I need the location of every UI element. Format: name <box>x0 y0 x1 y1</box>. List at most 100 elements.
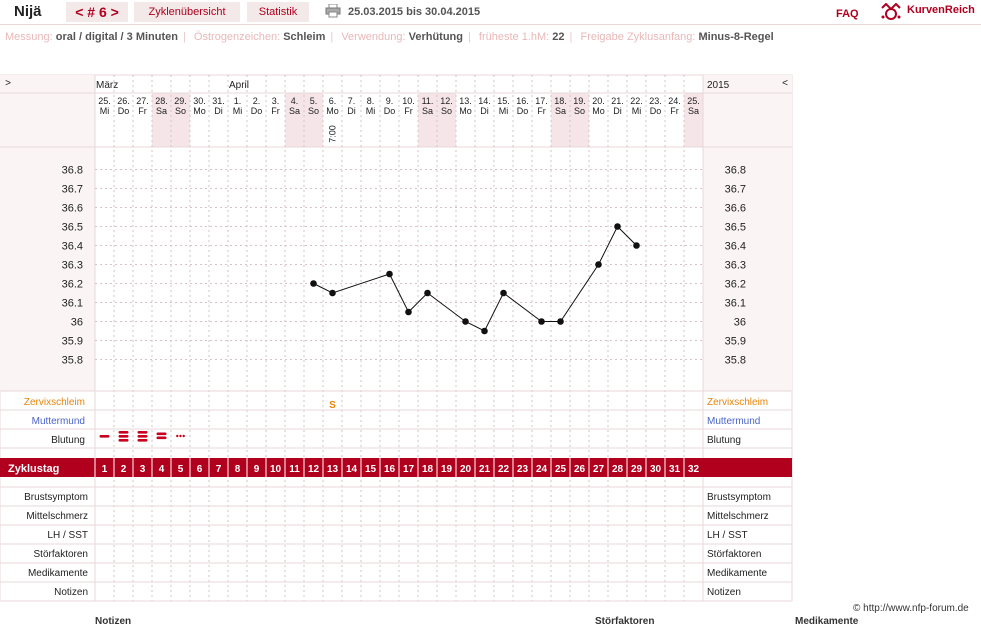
weekday-label: Fr <box>537 106 546 116</box>
date-label: 31. <box>212 96 225 106</box>
date-label: 16. <box>516 96 529 106</box>
weekday-label: Mo <box>193 106 206 116</box>
temperature-point <box>500 289 507 297</box>
cervix-symbol: S <box>329 400 336 411</box>
cycle-day-number: 32 <box>688 464 700 475</box>
cervix-label-right: Zervixschleim <box>707 397 768 408</box>
cervix-position-label-right: Muttermund <box>707 416 760 427</box>
extra-row-label: LH / SST <box>47 530 88 541</box>
date-label: 14. <box>478 96 491 106</box>
date-label: 19. <box>573 96 586 106</box>
date-label: 11. <box>422 96 434 106</box>
date-label: 5. <box>310 96 318 106</box>
bleeding-mark <box>99 435 110 438</box>
weekday-label: Di <box>347 106 356 116</box>
extra-row-label: Brustsymptom <box>24 492 88 503</box>
date-label: 1. <box>234 96 242 106</box>
extra-row-label-right: Mittelschmerz <box>707 511 769 522</box>
date-label: 27. <box>136 96 149 106</box>
date-label: 15. <box>497 96 510 106</box>
cycle-day-number: 15 <box>365 464 377 475</box>
temperature-point <box>595 261 602 268</box>
extra-row-label: Störfaktoren <box>34 549 88 560</box>
cervix-position-label: Muttermund <box>32 416 85 427</box>
cycle-day-number: 13 <box>327 464 339 475</box>
bleeding-mark <box>156 432 167 436</box>
weekday-label: Fr <box>271 106 280 116</box>
weekday-label: Mi <box>233 106 243 116</box>
cycle-day-number: 3 <box>140 464 146 475</box>
date-label: 25. <box>98 96 111 106</box>
weekday-label: Mi <box>499 106 509 116</box>
bleeding-mark <box>118 435 129 438</box>
chart-frame <box>0 74 793 602</box>
extra-row-label-right: Notizen <box>707 587 741 598</box>
weekday-label: So <box>574 106 585 116</box>
temperature-point <box>481 327 488 335</box>
date-label: 30. <box>193 96 206 106</box>
date-label: 22. <box>630 96 643 106</box>
bleeding-mark <box>156 436 167 440</box>
weekday-label: Mo <box>592 106 605 116</box>
extra-row-label: Medikamente <box>28 568 88 579</box>
weekday-label: Mi <box>100 106 110 116</box>
temperature-point <box>310 280 317 287</box>
cycle-day-number: 17 <box>403 464 415 475</box>
temperature-point <box>386 270 393 278</box>
cycle-day-number: 21 <box>479 464 491 475</box>
credit: © http://www.nfp-forum.de <box>853 603 969 614</box>
weekday-label: So <box>175 106 186 116</box>
cycle-day-number: 5 <box>178 464 184 475</box>
weekday-label: Mo <box>326 106 339 116</box>
weekday-label: Sa <box>156 106 167 116</box>
temperature-point <box>329 289 336 297</box>
weekday-label: Sa <box>688 106 699 116</box>
cycle-day-number: 4 <box>159 464 165 475</box>
date-label: 12. <box>440 96 453 106</box>
nav-next-arrow: > <box>5 78 11 89</box>
y-tick-label: 36.8 <box>62 165 83 177</box>
y-tick-label: 36.7 <box>62 184 83 196</box>
date-label: 21. <box>611 96 624 106</box>
weekday-label: Di <box>613 106 622 116</box>
y-tick-label-right: 36.8 <box>725 165 746 177</box>
weekday-label: Do <box>118 106 130 116</box>
date-label: 20. <box>592 96 605 106</box>
cycle-day-number: 27 <box>593 464 605 475</box>
cycle-day-number: 9 <box>254 464 260 475</box>
date-label: 24. <box>668 96 681 106</box>
cycle-chart: > <2015März April25.Mi26.Do27.Fr28.Sa29.So… <box>0 74 793 602</box>
temperature-point <box>633 242 640 249</box>
y-tick-label: 35.8 <box>62 355 83 367</box>
nav-prev-arrow: < <box>782 78 788 89</box>
section-label-disturbances: Störfaktoren <box>595 616 655 627</box>
section-label-notes: Notizen <box>95 616 132 627</box>
weekday-label: Do <box>251 106 263 116</box>
y-tick-label-right: 36.4 <box>725 241 746 253</box>
y-tick-label: 36.6 <box>62 203 83 215</box>
weekday-label: Do <box>384 106 396 116</box>
bleeding-mark <box>137 435 148 438</box>
extra-row-label-right: LH / SST <box>707 530 748 541</box>
month-label: März <box>96 80 118 91</box>
date-label: 13. <box>459 96 472 106</box>
bleeding-spotting-mark <box>182 434 185 438</box>
cycle-day-number: 20 <box>460 464 472 475</box>
cycle-day-label: Zyklustag <box>8 463 59 475</box>
bleeding-label: Blutung <box>51 435 85 446</box>
weekday-label: Do <box>517 106 529 116</box>
bleeding-label-right: Blutung <box>707 435 741 446</box>
date-label: 25. <box>687 96 700 106</box>
weekday-label: Mi <box>632 106 642 116</box>
cycle-day-number: 25 <box>555 464 567 475</box>
y-tick-label-right: 36.7 <box>725 184 746 196</box>
temperature-point <box>614 223 621 230</box>
weekday-label: So <box>441 106 452 116</box>
y-tick-label-right: 36.3 <box>725 260 746 272</box>
date-label: 6. <box>329 96 337 106</box>
cycle-day-number: 7 <box>216 464 222 475</box>
section-label-medication: Medikamente <box>795 616 859 627</box>
bleeding-spotting-mark <box>179 434 182 438</box>
measurement-time-label: 7:00 <box>328 125 338 143</box>
date-label: 4. <box>291 96 299 106</box>
